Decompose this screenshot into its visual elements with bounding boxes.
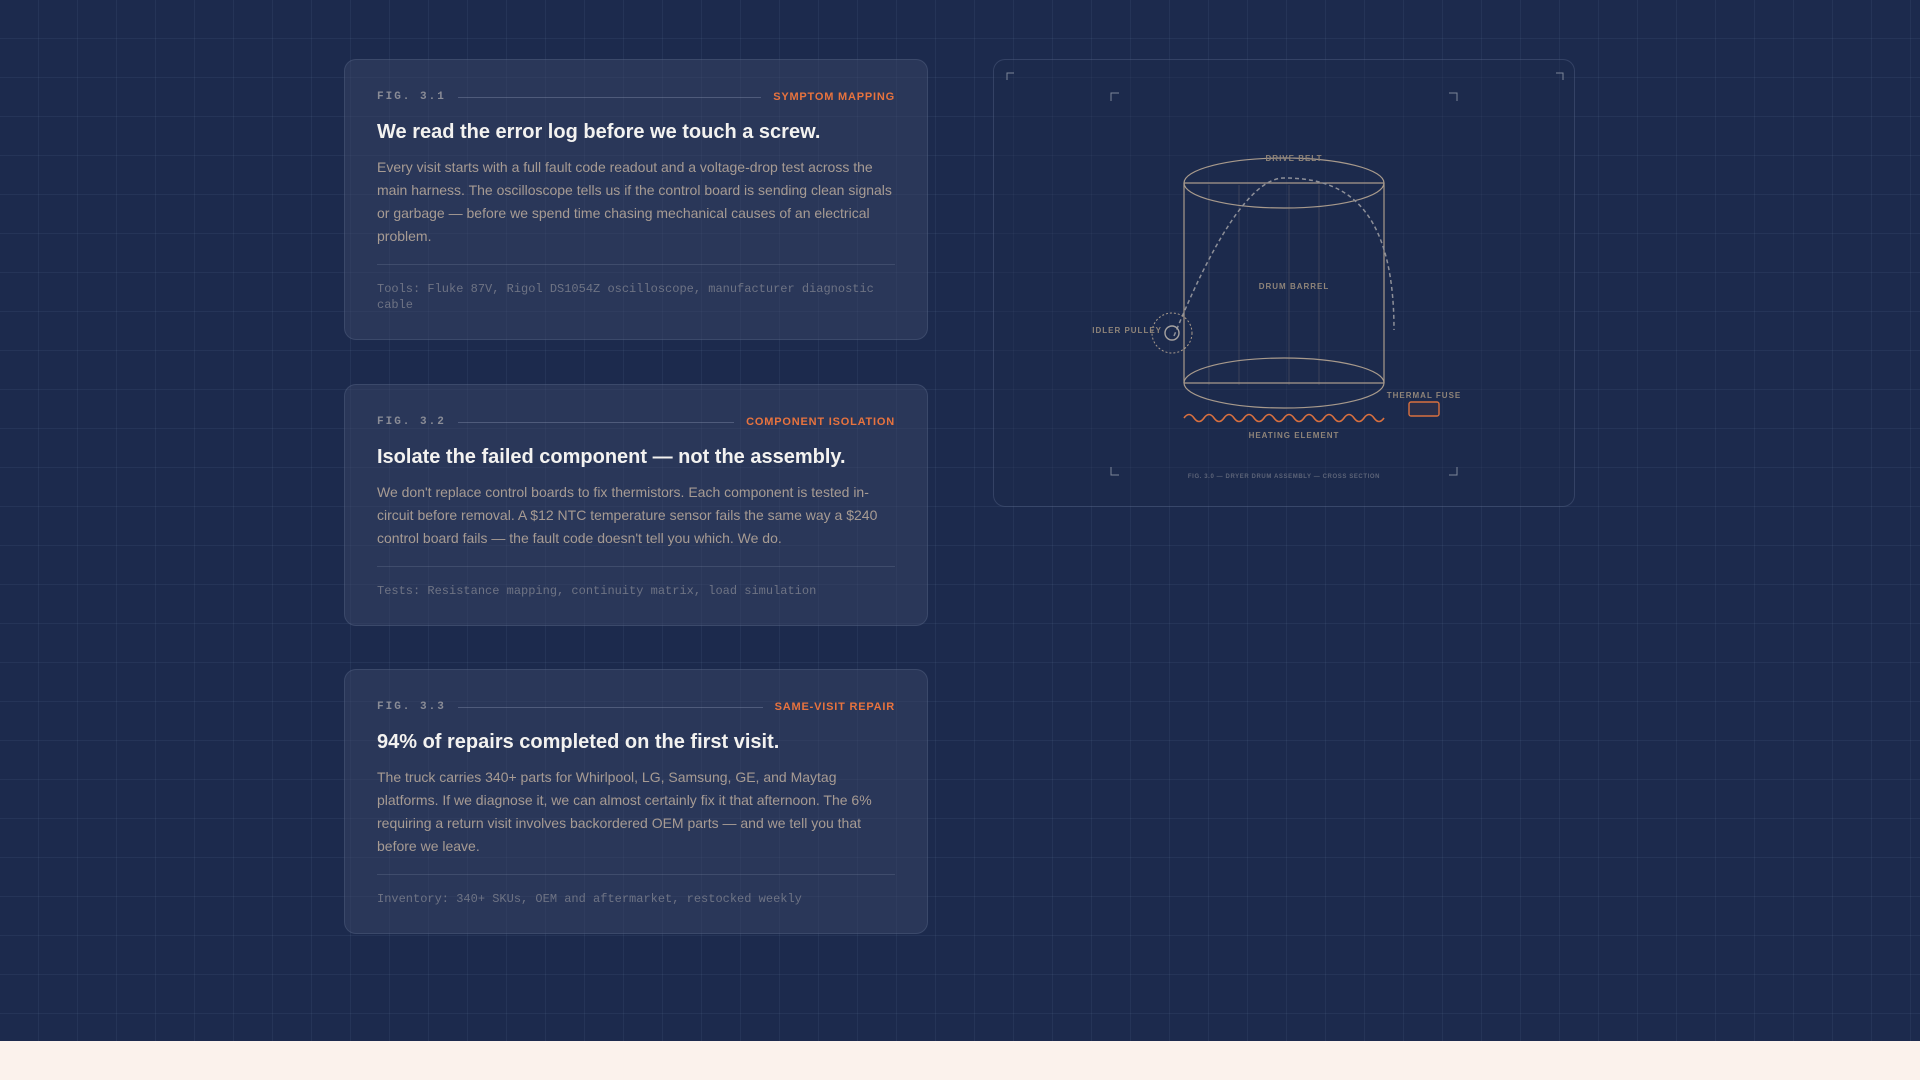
diagram-caption: FIG. 3.0 — DRYER DRUM ASSEMBLY — CROSS S… — [1188, 474, 1380, 480]
heating-element-coil — [1183, 413, 1385, 423]
idler-pulley-label: IDLER PULLEY — [1092, 326, 1162, 335]
fig-label: FIG. 3.3 — [377, 701, 446, 713]
thermal-fuse-label: THERMAL FUSE — [1387, 391, 1462, 400]
fig-label: FIG. 3.1 — [377, 91, 446, 103]
card-title: We read the error log before we touch a … — [377, 121, 821, 143]
card-title: 94% of repairs completed on the first vi… — [377, 731, 780, 753]
drive-belt-path — [1173, 177, 1395, 337]
feature-card-same-visit-repair: FIG. 3.3 SAME-VISIT REPAIR 94% of repair… — [344, 669, 928, 934]
category-tag: COMPONENT ISOLATION — [746, 416, 895, 428]
card-header: FIG. 3.2 COMPONENT ISOLATION — [377, 415, 895, 429]
heating-element-label: HEATING ELEMENT — [1249, 431, 1340, 440]
header-divider — [457, 421, 735, 423]
panel-corner-marks — [1006, 72, 1564, 80]
category-tag: SYMPTOM MAPPING — [773, 91, 895, 103]
card-title: Isolate the failed component — not the a… — [377, 446, 846, 468]
drum-barrel-label: DRUM BARREL — [1259, 282, 1330, 291]
header-divider — [457, 96, 762, 98]
feature-card-symptom-mapping: FIG. 3.1 SYMPTOM MAPPING We read the err… — [344, 59, 928, 340]
dryer-drum-diagram: DRIVE BELT DRUM BARREL IDLER PULLEY THER… — [1006, 72, 1564, 480]
card-body: Every visit starts with a full fault cod… — [377, 159, 892, 244]
card-body: The truck carries 340+ parts for Whirlpo… — [377, 769, 872, 854]
card-header: FIG. 3.3 SAME-VISIT REPAIR — [377, 700, 895, 714]
category-tag: SAME-VISIT REPAIR — [774, 701, 895, 713]
thermal-fuse-shape — [1408, 401, 1440, 417]
card-footer-note: Inventory: 340+ SKUs, OEM and aftermarke… — [377, 892, 802, 906]
feature-card-component-isolation: FIG. 3.2 COMPONENT ISOLATION Isolate the… — [344, 384, 928, 626]
footer-strip — [0, 1041, 1920, 1080]
dryer-drum-diagram-panel: DRIVE BELT DRUM BARREL IDLER PULLEY THER… — [993, 59, 1575, 507]
card-header: FIG. 3.1 SYMPTOM MAPPING — [377, 90, 895, 104]
card-body: We don't replace control boards to fix t… — [377, 484, 878, 546]
header-divider — [457, 706, 763, 708]
fig-label: FIG. 3.2 — [377, 416, 446, 428]
card-footer-note: Tests: Resistance mapping, continuity ma… — [377, 584, 817, 598]
drive-belt-label: DRIVE BELT — [1266, 154, 1323, 163]
card-footer-note: Tools: Fluke 87V, Rigol DS1054Z oscillos… — [377, 282, 874, 312]
